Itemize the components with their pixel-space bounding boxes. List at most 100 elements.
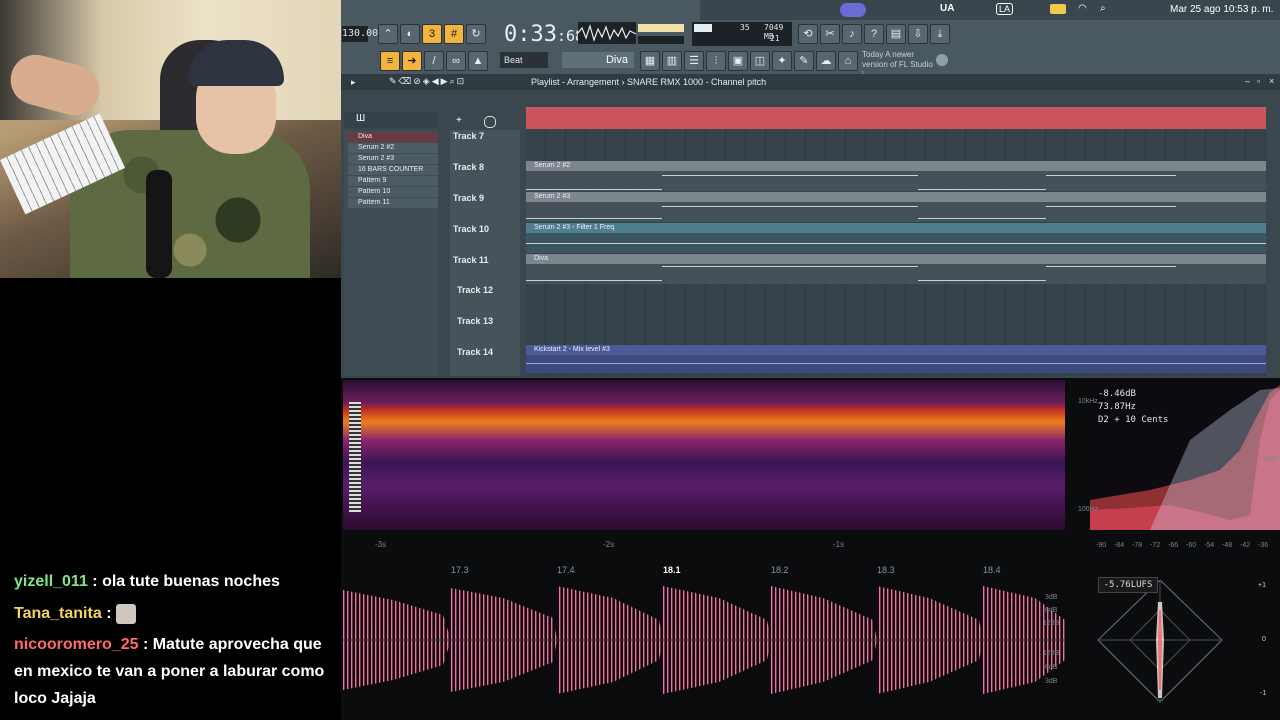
export-icon[interactable]: ⤓ [930, 24, 950, 44]
clip[interactable]: Serum 2 #2 [526, 161, 1266, 171]
timeline-ruler[interactable] [526, 107, 1266, 129]
clip[interactable]: Serum 2 #3 - Filter 1 Freq [526, 223, 1266, 233]
tempo-display[interactable]: 130.000 [342, 26, 384, 42]
minimize-icon[interactable]: – [1245, 76, 1250, 86]
polyphony-value: 21 [770, 34, 780, 43]
stage-manager-icon[interactable] [840, 3, 866, 17]
tick-label: -90 [1096, 542, 1107, 549]
tempo-tap-icon[interactable]: ✦ [772, 51, 792, 71]
spectrogram [343, 380, 1065, 530]
maximize-icon[interactable]: ▫ [1257, 76, 1260, 86]
db-label: 3dB [1045, 594, 1058, 601]
freq-label: 1kHz [1262, 456, 1278, 463]
countdown-icon[interactable]: 3 [422, 24, 442, 44]
cloud-icon[interactable]: ☁ [816, 51, 836, 71]
wifi-icon[interactable]: ◠ [1078, 3, 1087, 14]
piano-roll-icon[interactable]: ▥ [662, 51, 682, 71]
playlist-icon[interactable]: ▦ [640, 51, 660, 71]
vectorscope: +1 0 -1 [1092, 579, 1280, 705]
track-label[interactable]: Track 14 [457, 347, 493, 357]
close-icon[interactable]: × [1269, 76, 1274, 86]
track-label[interactable]: Track 9 [453, 193, 484, 203]
globe-icon[interactable] [936, 54, 948, 66]
track-label[interactable]: Track 8 [453, 162, 484, 172]
browser-item[interactable]: 16 BARS COUNTER [348, 165, 438, 175]
brush-tool-icon[interactable]: / [424, 51, 444, 71]
mixer-icon[interactable]: ⫶ [706, 51, 726, 71]
correlation-label: -1 [1260, 690, 1267, 697]
spectrogram-time-axis: -3s -2s -1s [343, 540, 1065, 556]
browser-item[interactable]: Serum 2 #3 [348, 154, 438, 164]
chat-username: nicooromero_25 [14, 636, 139, 653]
chat-text: : ola tute buenas noches [92, 573, 280, 590]
pattern-mode-icon[interactable]: ≡ [380, 51, 400, 71]
metronome-icon[interactable]: ⌃ [378, 24, 398, 44]
browser-icon[interactable]: ▣ [728, 51, 748, 71]
tick-label: -66 [1168, 542, 1179, 549]
automation-lane[interactable] [526, 202, 1266, 222]
readout-db: -8.46dB [1098, 389, 1136, 399]
wait-input-icon[interactable]: ◐ [400, 24, 420, 44]
channel-selector[interactable]: Diva [562, 52, 634, 68]
tick-label: 18.2 [771, 565, 789, 575]
automation-lane[interactable] [526, 355, 1266, 373]
browser-item[interactable]: Serum 2 #2 [348, 143, 438, 153]
shop-icon[interactable]: ⌂ [838, 51, 858, 71]
volume-slider[interactable] [638, 36, 684, 44]
tools-icon[interactable]: ✎ [794, 51, 814, 71]
arrow-tool-icon[interactable]: ➜ [402, 51, 422, 71]
chat-message: yizell_011 : ola tute buenas noches [14, 568, 334, 595]
stamp-tool-icon[interactable]: ▲ [468, 51, 488, 71]
save-icon[interactable]: ▤ [886, 24, 906, 44]
news-hint[interactable]: Today A newer version of FL Studio i... [862, 50, 934, 79]
help-icon[interactable]: ? [864, 24, 884, 44]
clip[interactable]: Kickstart 2 - Mix level #3 [526, 345, 1266, 355]
profile-badge[interactable]: LA [996, 3, 1014, 15]
cut-icon[interactable]: ✂ [820, 24, 840, 44]
undo-icon[interactable]: ⟲ [798, 24, 818, 44]
snap-selector[interactable]: Beat [500, 52, 548, 68]
track-label[interactable]: Track 12 [457, 285, 493, 295]
browser-item[interactable]: Diva [348, 132, 438, 142]
time-display[interactable]: 0:33:68 [504, 22, 584, 47]
track-label[interactable]: Track 10 [453, 224, 489, 234]
render-icon[interactable]: ⇩ [908, 24, 928, 44]
db-label: 12dB [1043, 620, 1060, 627]
piano-keyboard [349, 402, 361, 512]
loop-record-icon[interactable]: ↻ [466, 24, 486, 44]
db-label: 12dB [1043, 650, 1060, 657]
play-icon[interactable]: ▸ [351, 77, 356, 88]
tick-label: 18.4 [983, 565, 1001, 575]
chat-username: Tana_tanita [14, 605, 102, 622]
track-label[interactable]: Track 7 [453, 131, 484, 141]
record-icon[interactable] [484, 116, 496, 128]
add-track-icon[interactable]: + [456, 115, 462, 126]
webcam-feed [0, 0, 341, 278]
track-label[interactable]: Track 13 [457, 316, 493, 326]
browser-item[interactable]: Pattern 10 [348, 187, 438, 197]
browser-item[interactable]: Pattern 11 [348, 198, 438, 208]
clip[interactable]: Diva [526, 254, 1266, 264]
clip[interactable]: Serum 2 #3 [526, 192, 1266, 202]
chat-username: yizell_011 [14, 573, 88, 590]
track-label[interactable]: Track 11 [453, 255, 489, 265]
automation-lane[interactable] [526, 264, 1266, 284]
piano-icon[interactable]: Ш [356, 113, 365, 124]
oscilloscope [577, 22, 637, 44]
playlist-tools[interactable]: ✎⌫⊘◈◀▶⌕⊡ [389, 76, 466, 87]
link-tool-icon[interactable]: ∞ [446, 51, 466, 71]
automation-lane[interactable] [526, 171, 1266, 191]
db-label: 6dB [1045, 607, 1058, 614]
search-icon[interactable]: ⌕ [1100, 3, 1106, 14]
mic-icon[interactable]: ♪ [842, 24, 862, 44]
freq-label: 100Hz [1078, 506, 1099, 513]
channel-rack-icon[interactable]: ☰ [684, 51, 704, 71]
tick-label: 17.3 [451, 565, 469, 575]
browser-item[interactable]: Pattern 9 [348, 176, 438, 186]
battery-icon[interactable] [1050, 4, 1066, 14]
step-edit-icon[interactable]: # [444, 24, 464, 44]
plugin-icon[interactable]: ◫ [750, 51, 770, 71]
input-source-label[interactable]: UA [940, 3, 954, 14]
tick-label: 17.4 [557, 565, 575, 575]
automation-lane[interactable] [526, 233, 1266, 253]
